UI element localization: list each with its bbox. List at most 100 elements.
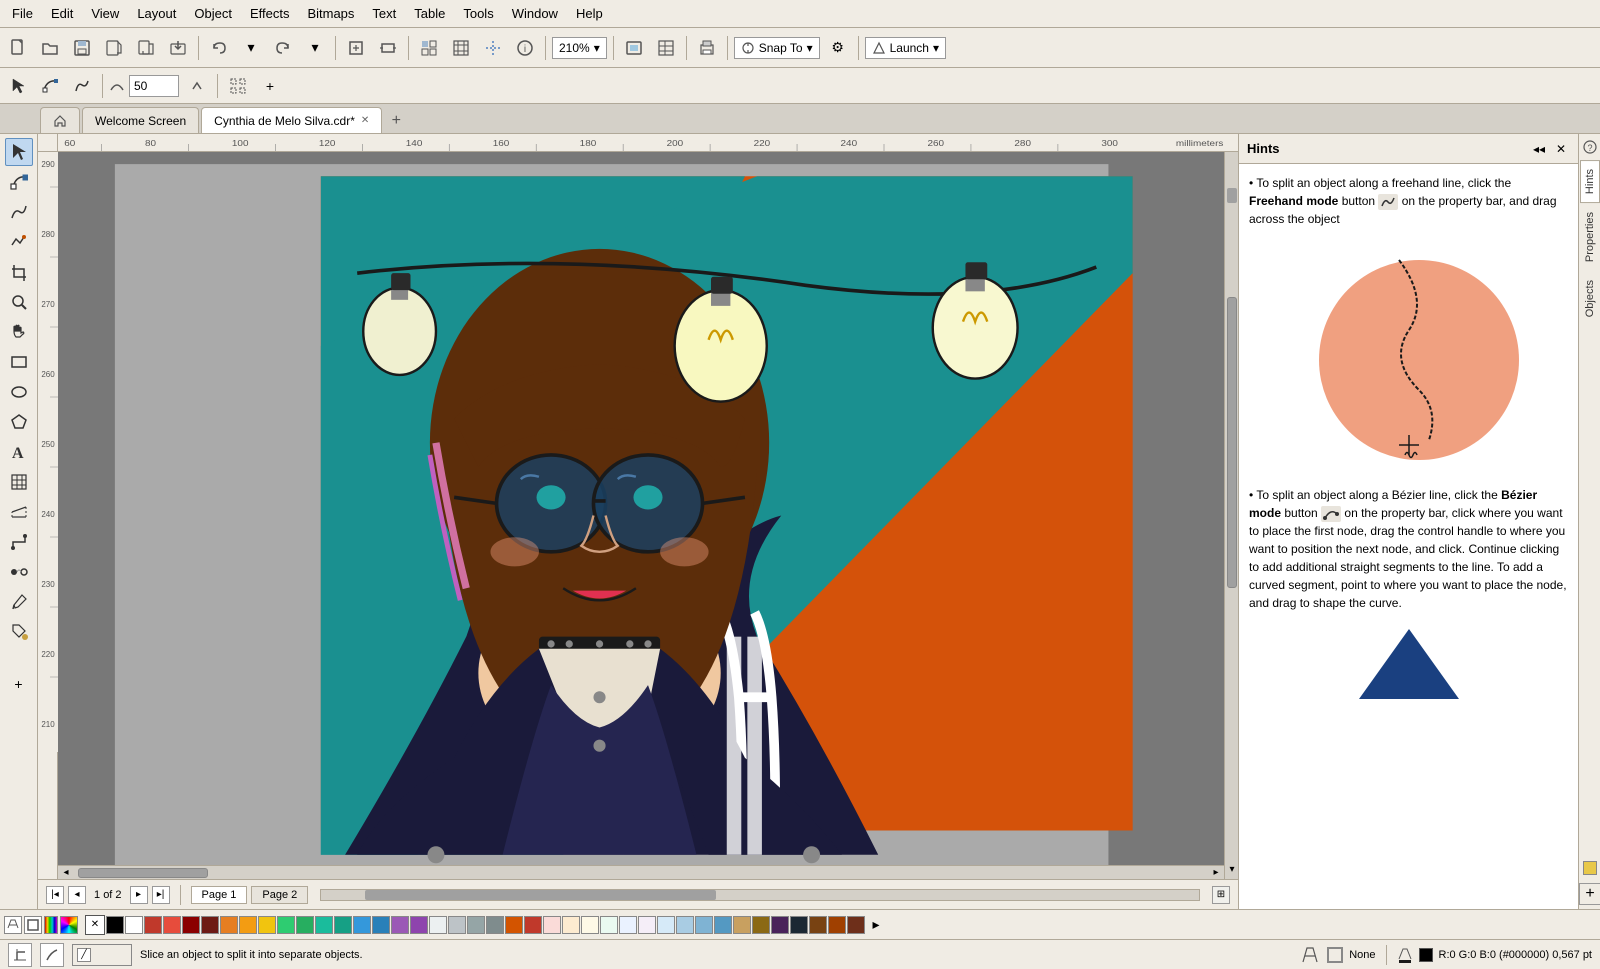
node-tool[interactable] xyxy=(36,72,64,100)
hints-close-button[interactable]: ✕ xyxy=(1552,140,1570,158)
new-button[interactable] xyxy=(4,34,32,62)
menu-effects[interactable]: Effects xyxy=(242,4,298,23)
fill-tool[interactable] xyxy=(5,618,33,646)
grid-button[interactable] xyxy=(447,34,475,62)
color-dark-red[interactable] xyxy=(182,916,200,934)
canvas-content[interactable]: Cynthia de Melo Silva ▾ ◂ ▸ xyxy=(58,152,1238,879)
select-tool[interactable] xyxy=(4,72,32,100)
freehand-draw-tool[interactable] xyxy=(5,198,33,226)
color-light-pink[interactable] xyxy=(543,916,561,934)
tab-document[interactable]: Cynthia de Melo Silva.cdr* ✕ xyxy=(201,107,382,133)
launch-dropdown[interactable]: Launch ▾ xyxy=(865,37,946,59)
tab-document-close[interactable]: ✕ xyxy=(361,115,369,126)
tab-welcome[interactable]: Welcome Screen xyxy=(82,107,199,133)
color-light-gray[interactable] xyxy=(429,916,447,934)
zoom-tool[interactable] xyxy=(5,288,33,316)
edit-fill-button[interactable] xyxy=(4,916,22,934)
snap-to-dropdown[interactable]: Snap To ▾ xyxy=(734,37,820,59)
color-red[interactable] xyxy=(163,916,181,934)
color-teal-dark[interactable] xyxy=(334,916,352,934)
parallel-dimension-tool[interactable] xyxy=(5,498,33,526)
color-lavender[interactable] xyxy=(638,916,656,934)
side-add-button[interactable]: + xyxy=(1579,883,1600,905)
scrollbar-horizontal[interactable]: ◂ ▸ xyxy=(58,865,1224,879)
color-orange[interactable] xyxy=(220,916,238,934)
color-very-dark[interactable] xyxy=(790,916,808,934)
color-brown-gold[interactable] xyxy=(752,916,770,934)
menu-text[interactable]: Text xyxy=(364,4,404,23)
color-black[interactable] xyxy=(106,916,124,934)
color-maroon[interactable] xyxy=(201,916,219,934)
add-object-button[interactable]: + xyxy=(5,670,33,698)
edit-outline-button[interactable] xyxy=(24,916,42,934)
scroll-thumb-h[interactable] xyxy=(78,868,208,878)
page-1-tab[interactable]: Page 1 xyxy=(191,886,248,904)
color-blue[interactable] xyxy=(353,916,371,934)
scroll-down-arrow[interactable]: ▾ xyxy=(1227,861,1237,877)
color-yellow[interactable] xyxy=(258,916,276,934)
color-red-dark[interactable] xyxy=(144,916,162,934)
outline-color-swatch[interactable] xyxy=(1327,947,1343,963)
color-bar-more[interactable]: ▸ xyxy=(866,915,886,935)
menu-help[interactable]: Help xyxy=(568,4,611,23)
redo-dropdown[interactable]: ▾ xyxy=(301,34,329,62)
hints-help-icon[interactable]: ? xyxy=(1581,138,1599,156)
fit-width-button[interactable] xyxy=(374,34,402,62)
guidelines-button[interactable] xyxy=(479,34,507,62)
color-mint[interactable] xyxy=(600,916,618,934)
menu-edit[interactable]: Edit xyxy=(43,4,81,23)
color-chocolate[interactable] xyxy=(809,916,827,934)
color-purple-dark[interactable] xyxy=(410,916,428,934)
menu-layout[interactable]: Layout xyxy=(129,4,184,23)
color-steel-blue[interactable] xyxy=(676,916,694,934)
scroll-right-arrow[interactable]: ▸ xyxy=(1208,867,1224,878)
node-edit-tool[interactable] xyxy=(5,168,33,196)
node-add[interactable]: + xyxy=(256,72,284,100)
color-dark-gray[interactable] xyxy=(486,916,504,934)
polygon-tool[interactable] xyxy=(5,408,33,436)
fit-page-button[interactable] xyxy=(342,34,370,62)
menu-view[interactable]: View xyxy=(83,4,127,23)
rectangle-tool[interactable] xyxy=(5,348,33,376)
side-tab-hints[interactable]: Hints xyxy=(1580,160,1600,203)
h-scroll-track[interactable] xyxy=(320,889,1200,901)
scroll-thumb-v[interactable] xyxy=(1227,297,1237,588)
menu-object[interactable]: Object xyxy=(186,4,240,23)
status-snap-button[interactable] xyxy=(8,943,32,967)
menu-tools[interactable]: Tools xyxy=(455,4,501,23)
no-color-swatch[interactable]: ✕ xyxy=(85,915,105,935)
color-crimson[interactable] xyxy=(524,916,542,934)
color-sky[interactable] xyxy=(619,916,637,934)
page-nav-first[interactable]: |◂ xyxy=(46,886,64,904)
color-blue-dark[interactable] xyxy=(372,916,390,934)
color-cerulean[interactable] xyxy=(714,916,732,934)
color-rust[interactable] xyxy=(828,916,846,934)
menu-window[interactable]: Window xyxy=(504,4,566,23)
crop-tool[interactable] xyxy=(5,258,33,286)
color-burnt-orange[interactable] xyxy=(505,916,523,934)
table-view-button[interactable] xyxy=(652,34,680,62)
page-nav-prev[interactable]: ◂ xyxy=(68,886,86,904)
side-tab-objects[interactable]: Objects xyxy=(1580,271,1600,326)
color-white[interactable] xyxy=(125,916,143,934)
export-button[interactable] xyxy=(132,34,160,62)
view-options-button[interactable] xyxy=(415,34,443,62)
freehand-tool[interactable] xyxy=(68,72,96,100)
color-deep-purple[interactable] xyxy=(771,916,789,934)
color-green[interactable] xyxy=(277,916,295,934)
eyedropper-tool[interactable] xyxy=(5,588,33,616)
save-as-button[interactable] xyxy=(100,34,128,62)
ellipse-tool[interactable] xyxy=(5,378,33,406)
print-button[interactable] xyxy=(693,34,721,62)
curve-value-input[interactable]: 50 xyxy=(129,75,179,97)
connector-tool[interactable] xyxy=(5,528,33,556)
selection-tool[interactable] xyxy=(5,138,33,166)
scroll-left-arrow[interactable]: ◂ xyxy=(58,867,74,878)
page-nav-next[interactable]: ▸ xyxy=(130,886,148,904)
page-2-tab[interactable]: Page 2 xyxy=(251,886,308,904)
curve-increase[interactable] xyxy=(183,72,211,100)
undo-button[interactable] xyxy=(205,34,233,62)
smart-draw-tool[interactable] xyxy=(5,228,33,256)
color-gray[interactable] xyxy=(448,916,466,934)
side-tab-properties[interactable]: Properties xyxy=(1580,203,1600,271)
